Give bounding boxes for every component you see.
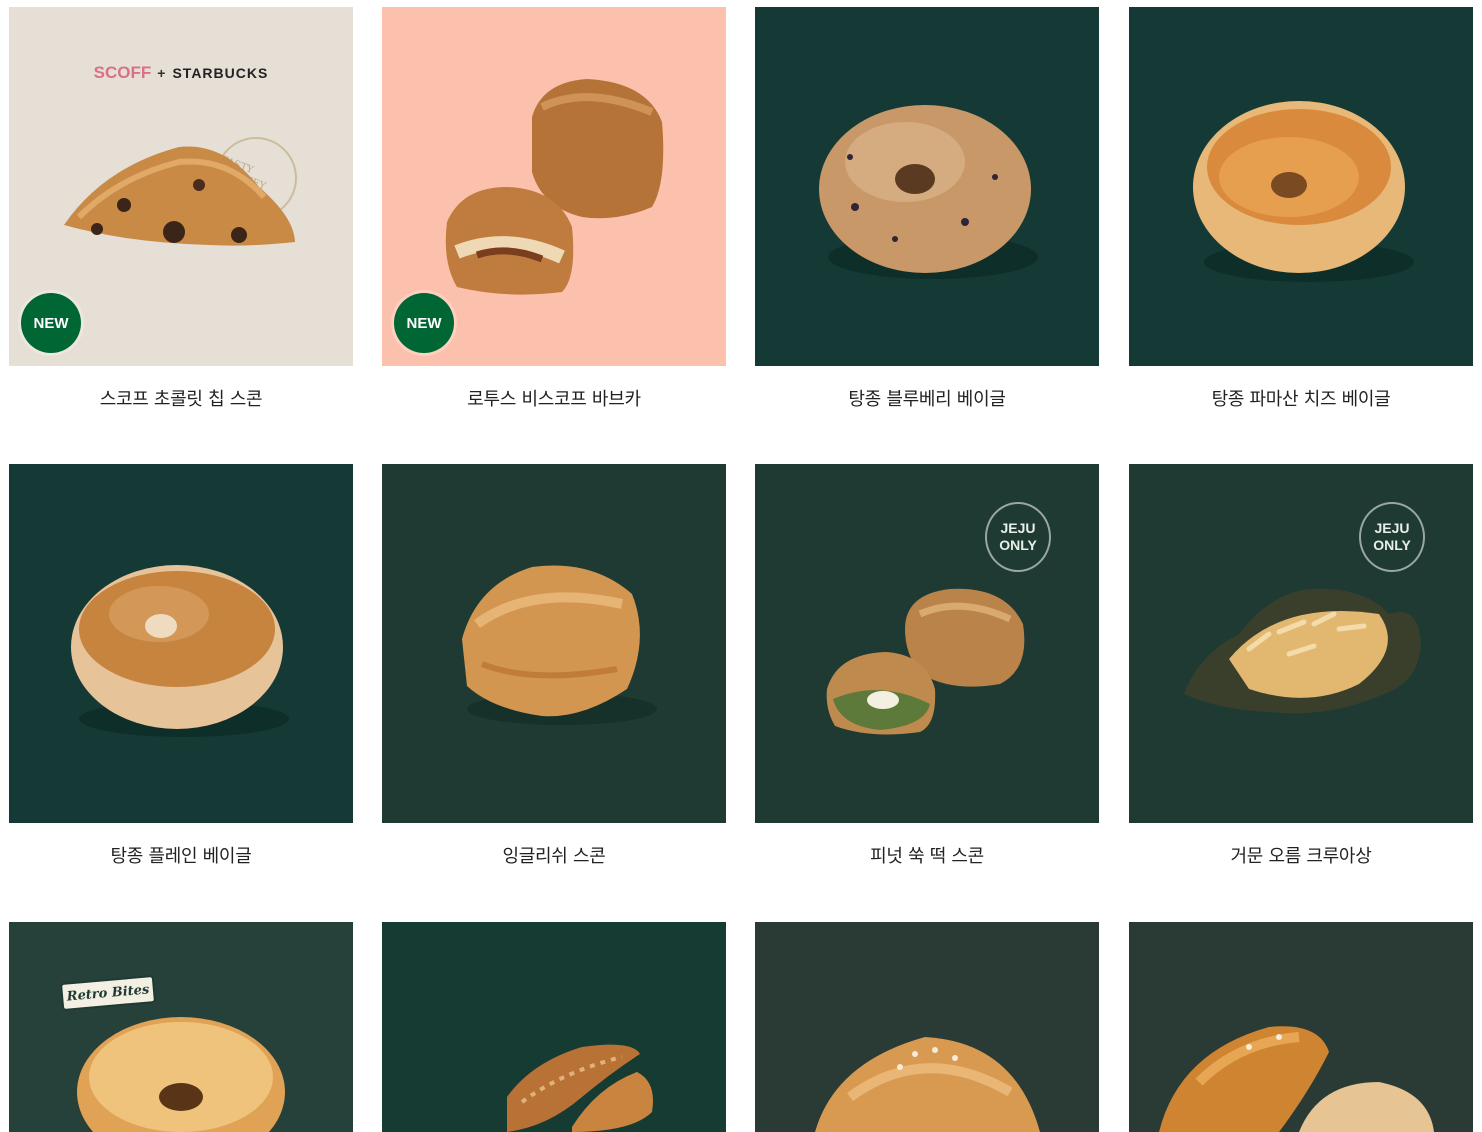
product-image[interactable]	[755, 7, 1099, 366]
product-image[interactable]	[1129, 7, 1473, 366]
product-card[interactable]	[382, 922, 726, 1132]
new-badge: NEW	[21, 293, 81, 353]
english-scone-illustration	[462, 565, 657, 725]
product-image[interactable]: JEJU ONLY	[755, 464, 1099, 823]
product-card[interactable]: JEJU ONLY 피넛 쑥 떡 스콘	[755, 464, 1099, 867]
product-image[interactable]	[755, 922, 1099, 1132]
churro-illustration	[507, 1044, 653, 1132]
product-name[interactable]: 탕종 블루베리 베이글	[755, 389, 1099, 411]
product-name[interactable]: 잉글리쉬 스콘	[382, 846, 726, 868]
mugwort-scone-illustration	[826, 588, 1025, 735]
product-card[interactable]	[1129, 922, 1473, 1132]
product-name[interactable]: 스코프 초콜릿 칩 스콘	[9, 389, 353, 411]
product-name[interactable]: 탕종 플레인 베이글	[9, 846, 353, 868]
cheese-bagel-illustration	[1193, 101, 1414, 282]
product-image[interactable]	[9, 464, 353, 823]
product-image[interactable]: NEW	[382, 7, 726, 366]
sausage-bread-illustration	[1159, 1026, 1434, 1132]
product-image[interactable]: JEJU ONLY	[1129, 464, 1473, 823]
salt-bread-illustration	[815, 1037, 1040, 1132]
black-croissant-illustration	[1184, 588, 1421, 714]
product-card[interactable]: JEJU ONLY 거문 오름 크루아상	[1129, 464, 1473, 867]
product-card[interactable]: 탕종 플레인 베이글	[9, 464, 353, 867]
plain-bagel-illustration	[71, 565, 289, 737]
new-badge: NEW	[394, 293, 454, 353]
jeju-only-badge: JEJU ONLY	[1359, 502, 1425, 572]
product-name[interactable]: 피넛 쑥 떡 스콘	[755, 846, 1099, 868]
product-card[interactable]: 탕종 블루베리 베이글	[755, 7, 1099, 410]
product-card[interactable]: 탕종 파마산 치즈 베이글	[1129, 7, 1473, 410]
product-card[interactable]: Retro Bites	[9, 922, 353, 1132]
product-name[interactable]: 로투스 비스코프 바브카	[382, 389, 726, 411]
product-image[interactable]: Retro Bites	[9, 922, 353, 1132]
blueberry-bagel-illustration	[819, 105, 1038, 279]
product-image[interactable]	[382, 464, 726, 823]
product-card[interactable]: SCOFF+STARBUCKS TASTY JOURNEY NEW 스코프 초콜…	[9, 7, 353, 410]
product-card[interactable]	[755, 922, 1099, 1132]
jeju-only-badge: JEJU ONLY	[985, 502, 1051, 572]
product-image[interactable]	[1129, 922, 1473, 1132]
product-name[interactable]: 탕종 파마산 치즈 베이글	[1129, 389, 1473, 411]
product-grid: SCOFF+STARBUCKS TASTY JOURNEY NEW 스코프 초콜…	[0, 0, 1482, 1132]
product-name[interactable]: 거문 오름 크루아상	[1129, 846, 1473, 868]
product-card[interactable]: NEW 로투스 비스코프 바브카	[382, 7, 726, 410]
product-image[interactable]	[382, 922, 726, 1132]
product-image[interactable]: SCOFF+STARBUCKS TASTY JOURNEY NEW	[9, 7, 353, 366]
donut-illustration	[77, 1017, 285, 1132]
product-card[interactable]: 잉글리쉬 스콘	[382, 464, 726, 867]
